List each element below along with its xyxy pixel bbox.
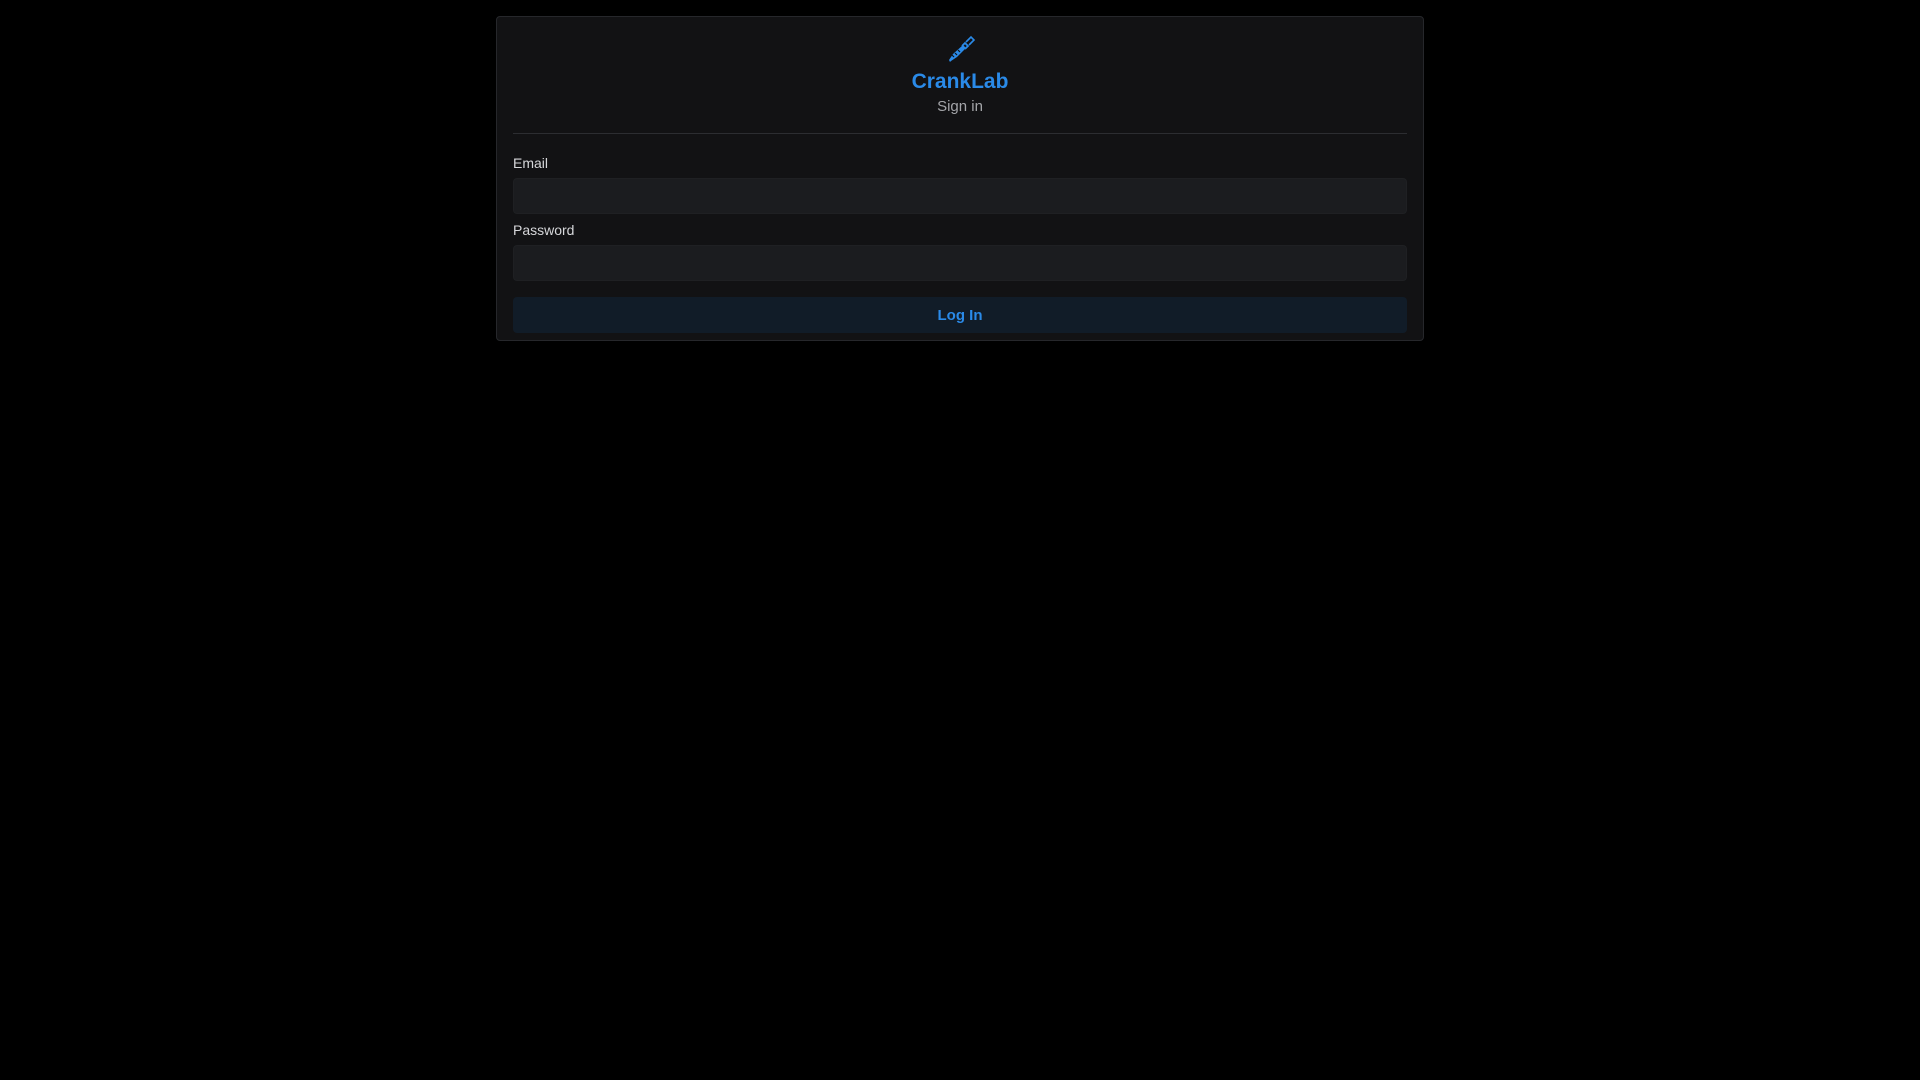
login-button[interactable]: Log In (513, 297, 1407, 333)
app-title: CrankLab (911, 70, 1009, 93)
password-label: Password (513, 222, 575, 238)
login-header: CrankLab Sign in (513, 33, 1407, 134)
login-card: CrankLab Sign in Email Password Log In (496, 16, 1424, 341)
pipette-icon (949, 35, 976, 62)
password-field[interactable] (513, 245, 1407, 281)
login-form: Email Password Log In (513, 134, 1407, 333)
page-subtitle: Sign in (937, 98, 983, 115)
email-label: Email (513, 155, 549, 171)
email-field[interactable] (513, 178, 1407, 214)
